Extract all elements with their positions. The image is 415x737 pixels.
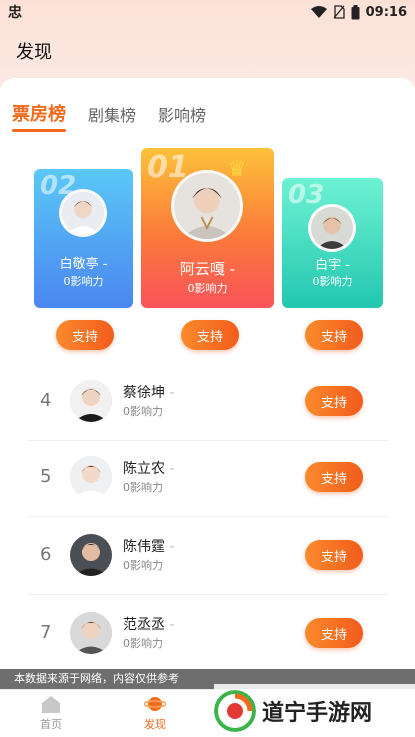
- status-bar: 忠 09:16: [0, 0, 415, 24]
- list-item-rank-6[interactable]: 6 陈伟霆 - 0影响力 支持: [28, 519, 388, 595]
- podium-card-rank-1[interactable]: 01 ♛ 阿云嘎 - 0影响力: [141, 148, 274, 308]
- watermark-logo-icon: [214, 689, 256, 732]
- avatar: [70, 456, 112, 498]
- app-glyph: 忠: [8, 5, 22, 21]
- no-sim-icon: [333, 5, 345, 19]
- page-title: 发现: [16, 42, 52, 63]
- list-item-rank-7[interactable]: 7 范丞丞 - 0影响力 支持: [28, 597, 388, 673]
- row-influence: 0影响力: [123, 405, 163, 418]
- podium-influence: 0影响力: [312, 275, 353, 288]
- status-left: 忠: [8, 2, 22, 22]
- status-right: 09:16: [310, 4, 407, 20]
- row-name: 蔡徐坤 -: [123, 385, 175, 401]
- support-button[interactable]: 支持: [305, 540, 363, 570]
- nav-home-label: 首页: [40, 718, 62, 731]
- list-item-rank-5[interactable]: 5 陈立农 - 0影响力 支持: [28, 441, 388, 517]
- podium-influence: 0影响力: [187, 282, 228, 295]
- tab-influence[interactable]: 影响榜: [158, 102, 206, 126]
- nav-discover-label: 发现: [144, 718, 166, 731]
- podium-name: 白宇 -: [315, 258, 350, 273]
- watermark: 道宁手游网: [214, 684, 415, 737]
- support-button-rank-2[interactable]: 支持: [56, 320, 114, 350]
- row-name: 陈伟霆 -: [123, 539, 175, 555]
- row-influence: 0影响力: [123, 559, 163, 572]
- tab-bar: 票房榜 剧集榜 影响榜: [12, 100, 206, 132]
- row-name: 范丞丞 -: [123, 617, 175, 633]
- support-button-rank-1[interactable]: 支持: [181, 320, 239, 350]
- avatar: [171, 170, 243, 242]
- avatar: [308, 204, 356, 252]
- planet-icon: [144, 697, 166, 711]
- avatar: [70, 612, 112, 654]
- wifi-icon: [310, 6, 327, 18]
- avatar: [70, 534, 112, 576]
- tab-box-office[interactable]: 票房榜: [12, 100, 66, 132]
- avatar: [59, 189, 107, 237]
- row-influence: 0影响力: [123, 637, 163, 650]
- support-button[interactable]: 支持: [305, 618, 363, 648]
- support-button[interactable]: 支持: [305, 386, 363, 416]
- battery-icon: [351, 4, 360, 19]
- status-time: 09:16: [365, 4, 407, 20]
- row-rank: 4: [40, 390, 52, 411]
- nav-home[interactable]: 首页: [26, 694, 76, 732]
- row-rank: 5: [40, 466, 52, 487]
- podium-card-rank-2[interactable]: 02 白敬亭 - 0影响力: [34, 169, 133, 308]
- support-button[interactable]: 支持: [305, 462, 363, 492]
- podium-rank-number: 03: [288, 180, 325, 210]
- support-button-rank-3[interactable]: 支持: [305, 320, 363, 350]
- watermark-text: 道宁手游网: [262, 700, 373, 726]
- row-rank: 6: [40, 544, 52, 565]
- avatar: [70, 380, 112, 422]
- podium-card-rank-3[interactable]: 03 白宇 - 0影响力: [282, 178, 383, 308]
- home-icon: [42, 696, 60, 713]
- nav-discover[interactable]: 发现: [130, 694, 180, 732]
- row-name: 陈立农 -: [123, 461, 175, 477]
- row-influence: 0影响力: [123, 481, 163, 494]
- podium-influence: 0影响力: [63, 275, 104, 288]
- podium-name: 白敬亭 -: [59, 257, 108, 272]
- row-rank: 7: [40, 622, 52, 643]
- podium-name: 阿云嘎 -: [179, 260, 236, 278]
- list-item-rank-4[interactable]: 4 蔡徐坤 - 0影响力 支持: [28, 365, 388, 441]
- tab-series[interactable]: 剧集榜: [88, 102, 136, 126]
